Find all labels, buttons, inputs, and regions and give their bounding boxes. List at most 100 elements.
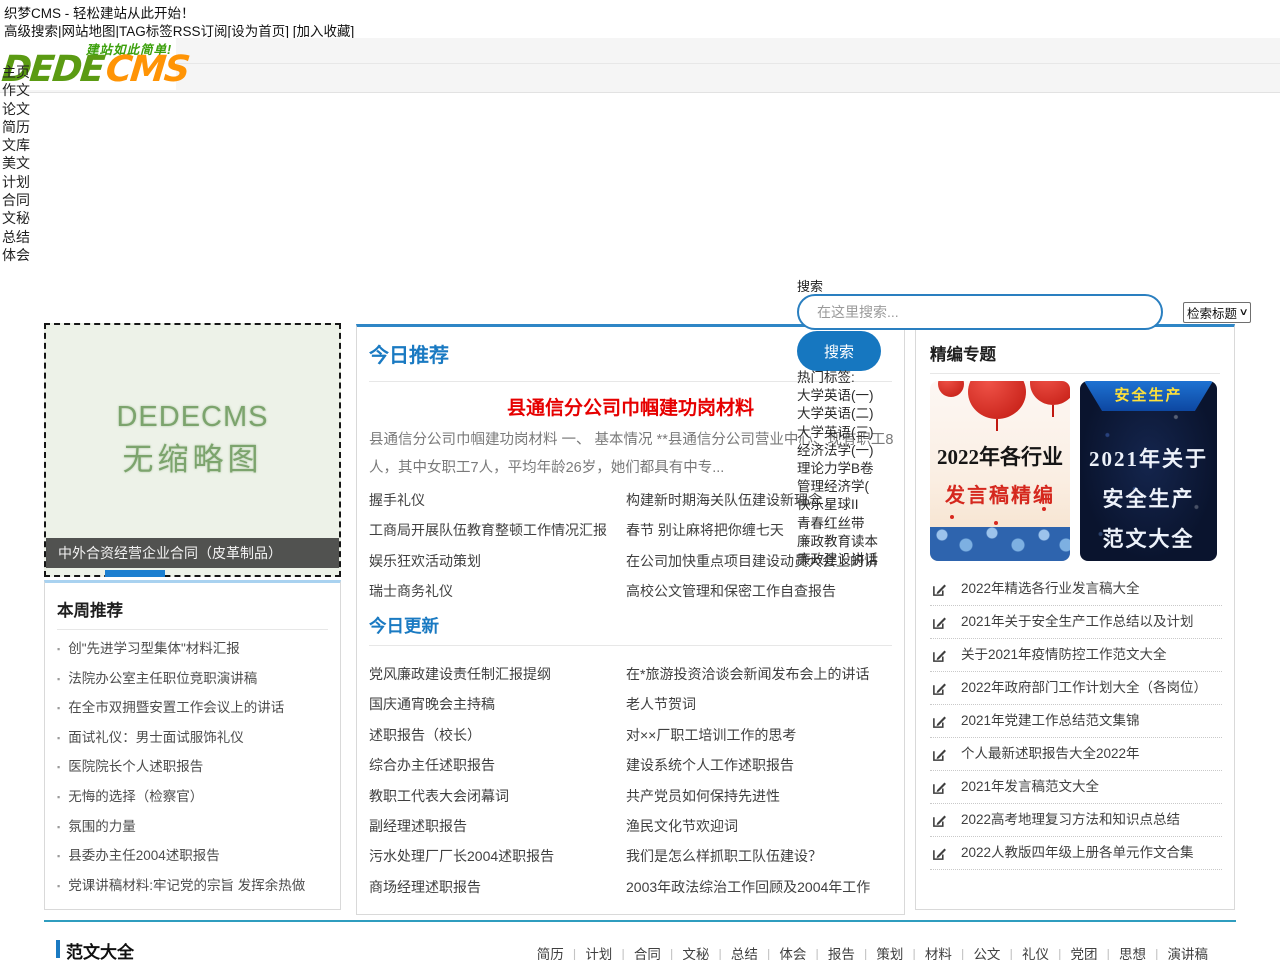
edit-pencil-icon xyxy=(932,681,947,696)
article-link[interactable]: 综合办主任述职报告 xyxy=(369,750,622,780)
week-panel-title: 本周推荐 xyxy=(57,597,123,621)
article-link[interactable]: 高校公文管理和保密工作自查报告 xyxy=(626,576,894,606)
category-link[interactable]: 演讲稿 xyxy=(1146,943,1208,960)
category-link[interactable]: 合同 xyxy=(612,943,661,960)
topic-list-item[interactable]: 2022年政府部门工作计划大全（各岗位） xyxy=(930,672,1222,705)
category-link[interactable]: 礼仪 xyxy=(1000,943,1049,960)
article-link[interactable]: 老人节贺词 xyxy=(626,689,894,719)
nav-item[interactable]: 总结 xyxy=(2,228,30,246)
category-link[interactable]: 思想 xyxy=(1097,943,1146,960)
nav-item[interactable]: 合同 xyxy=(2,191,30,209)
nav-item[interactable]: 作文 xyxy=(2,81,30,99)
article-link[interactable]: 教职工代表大会闭幕词 xyxy=(369,781,622,811)
edit-pencil-icon xyxy=(932,615,947,630)
week-list-item[interactable]: ▪法院办公室主任职位竞职演讲稿 xyxy=(57,664,305,694)
topbar-links[interactable]: 高级搜索|网站地图|TAG标签RSS订阅[设为首页] [加入收藏] xyxy=(4,20,354,40)
category-link[interactable]: 简历 xyxy=(537,943,564,960)
topic-list-item[interactable]: 2022高考地理复习方法和知识点总结 xyxy=(930,804,1222,837)
nav-item[interactable]: 论文 xyxy=(2,100,30,118)
hot-tag-link[interactable]: 青春红丝带 xyxy=(797,515,878,533)
article-link[interactable]: 建设系统个人工作述职报告 xyxy=(626,750,894,780)
search-button[interactable]: 搜索 xyxy=(797,331,881,371)
search-scope-select[interactable]: 检索标题 ∨ xyxy=(1183,302,1251,323)
search-label: 搜索 xyxy=(797,276,823,295)
category-link[interactable]: 文秘 xyxy=(661,943,710,960)
category-link[interactable]: 体会 xyxy=(758,943,807,960)
category-link[interactable]: 公文 xyxy=(952,943,1001,960)
hot-tag-link[interactable]: 经济法学(一) xyxy=(797,442,878,460)
hot-tag-link[interactable]: 大学英语(二) xyxy=(797,405,878,423)
hot-tag-link[interactable]: 廉政教育读本 xyxy=(797,533,878,551)
featured-thumbnail[interactable]: DEDECMS 无缩略图 中外合资经营企业合同（皮革制品） xyxy=(44,323,341,577)
week-list-item[interactable]: ▪医院院长个人述职报告 xyxy=(57,752,305,782)
article-link[interactable]: 商场经理述职报告 xyxy=(369,872,622,902)
nav-item[interactable]: 体会 xyxy=(2,246,30,264)
search-input[interactable] xyxy=(797,294,1163,330)
edit-pencil-icon xyxy=(932,582,947,597)
topic-list-item[interactable]: 2021年党建工作总结范文集锦 xyxy=(930,705,1222,738)
week-list-item[interactable]: ▪无悔的选择（检察官） xyxy=(57,782,305,812)
thumbnail-caption[interactable]: 中外合资经营企业合同（皮革制品） xyxy=(46,538,339,568)
topic-list-item[interactable]: 2022年精选各行业发言稿大全 xyxy=(930,573,1222,606)
today-list-left: 握手礼仪工商局开展队伍教育整顿工作情况汇报娱乐狂欢活动策划瑞士商务礼仪 xyxy=(369,485,622,607)
category-link[interactable]: 计划 xyxy=(564,943,613,960)
article-link[interactable]: 述职报告（校长） xyxy=(369,720,622,750)
confetti-dot xyxy=(1042,507,1046,511)
article-link[interactable]: 娱乐狂欢活动策划 xyxy=(369,546,622,576)
topics-panel-title: 精编专题 xyxy=(930,341,996,365)
article-link[interactable]: 渔民文化节欢迎词 xyxy=(626,811,894,841)
article-link[interactable]: 党风廉政建设责任制汇报提纲 xyxy=(369,659,622,689)
week-list-item[interactable]: ▪县委办主任2004述职报告 xyxy=(57,841,305,871)
article-link[interactable]: 我们是怎么样抓职工队伍建设？ xyxy=(626,841,894,871)
edit-pencil-icon xyxy=(932,648,947,663)
topic-list-item[interactable]: 2021年关于安全生产工作总结以及计划 xyxy=(930,606,1222,639)
hot-tag-link[interactable]: 大学英语(三) xyxy=(797,424,878,442)
topic-card-speeches-2022[interactable]: 2022年各行业 发言稿精编 xyxy=(930,381,1070,561)
article-link[interactable]: 国庆通宵晚会主持稿 xyxy=(369,689,622,719)
card-title-line: 2021年关于 xyxy=(1080,443,1217,473)
nav-item[interactable]: 美文 xyxy=(2,154,30,172)
category-link[interactable]: 材料 xyxy=(903,943,952,960)
topic-card-safety-2021[interactable]: 安全生产 2021年关于 安全生产 范文大全 xyxy=(1080,381,1217,561)
category-link[interactable]: 党团 xyxy=(1049,943,1098,960)
article-link[interactable]: 污水处理厂厂长2004述职报告 xyxy=(369,841,622,871)
week-list-item[interactable]: ▪面试礼仪：男士面试服饰礼仪 xyxy=(57,723,305,753)
topic-list-item[interactable]: 个人最新述职报告大全2022年 xyxy=(930,738,1222,771)
article-link[interactable]: 在*旅游投资洽谈会新闻发布会上的讲话 xyxy=(626,659,894,689)
card-title-line: 2022年各行业 xyxy=(930,441,1070,471)
chevron-down-icon: ∨ xyxy=(1238,307,1248,318)
slider-indicator[interactable] xyxy=(105,570,165,577)
category-link[interactable]: 策划 xyxy=(855,943,904,960)
week-list-item[interactable]: ▪党课讲稿材料:牢记党的宗旨 发挥余热做 xyxy=(57,871,305,901)
nav-item[interactable]: 主页 xyxy=(2,63,30,81)
article-link[interactable]: 2003年政法综治工作回顾及2004年工作 xyxy=(626,872,894,902)
edit-pencil-icon xyxy=(932,714,947,729)
topic-list-item[interactable]: 2021年发言稿范文大全 xyxy=(930,771,1222,804)
page: 织梦CMS - 轻松建站从此开始！ 高级搜索|网站地图|TAG标签RSS订阅[设… xyxy=(0,0,1280,960)
week-list-item[interactable]: ▪在全市双拥暨安置工作会议上的讲话 xyxy=(57,693,305,723)
topic-list-item[interactable]: 2022人教版四年级上册各单元作文合集 xyxy=(930,837,1222,870)
article-link[interactable]: 瑞士商务礼仪 xyxy=(369,576,622,606)
category-link[interactable]: 报告 xyxy=(806,943,855,960)
hot-tag-link[interactable]: 理论力学B卷 xyxy=(797,460,878,478)
nav-item[interactable]: 计划 xyxy=(2,173,30,191)
hot-tag-link[interactable]: 廉政建设讲话 xyxy=(797,551,878,569)
nav-item[interactable]: 简历 xyxy=(2,118,30,136)
article-link[interactable]: 共产党员如何保持先进性 xyxy=(626,781,894,811)
hot-tag-link[interactable]: 大学英语(一) xyxy=(797,387,878,405)
article-link[interactable]: 对××厂职工培训工作的思考 xyxy=(626,720,894,750)
hot-tag-link[interactable]: 管理经济学( xyxy=(797,478,878,496)
square-bullet-icon: ▪ xyxy=(57,674,60,684)
card-title-line: 安全生产 xyxy=(1080,483,1217,513)
hot-tag-link[interactable]: 快乐星球II xyxy=(797,496,878,514)
divider xyxy=(930,373,1220,374)
article-link[interactable]: 工商局开展队伍教育整顿工作情况汇报 xyxy=(369,515,622,545)
week-list-item[interactable]: ▪氛围的力量 xyxy=(57,812,305,842)
nav-item[interactable]: 文秘 xyxy=(2,209,30,227)
topic-list-item[interactable]: 关于2021年疫情防控工作范文大全 xyxy=(930,639,1222,672)
article-link[interactable]: 副经理述职报告 xyxy=(369,811,622,841)
nav-item[interactable]: 文库 xyxy=(2,136,30,154)
article-link[interactable]: 握手礼仪 xyxy=(369,485,622,515)
category-link[interactable]: 总结 xyxy=(709,943,758,960)
week-list-item[interactable]: ▪创"先进学习型集体"材料汇报 xyxy=(57,634,305,664)
